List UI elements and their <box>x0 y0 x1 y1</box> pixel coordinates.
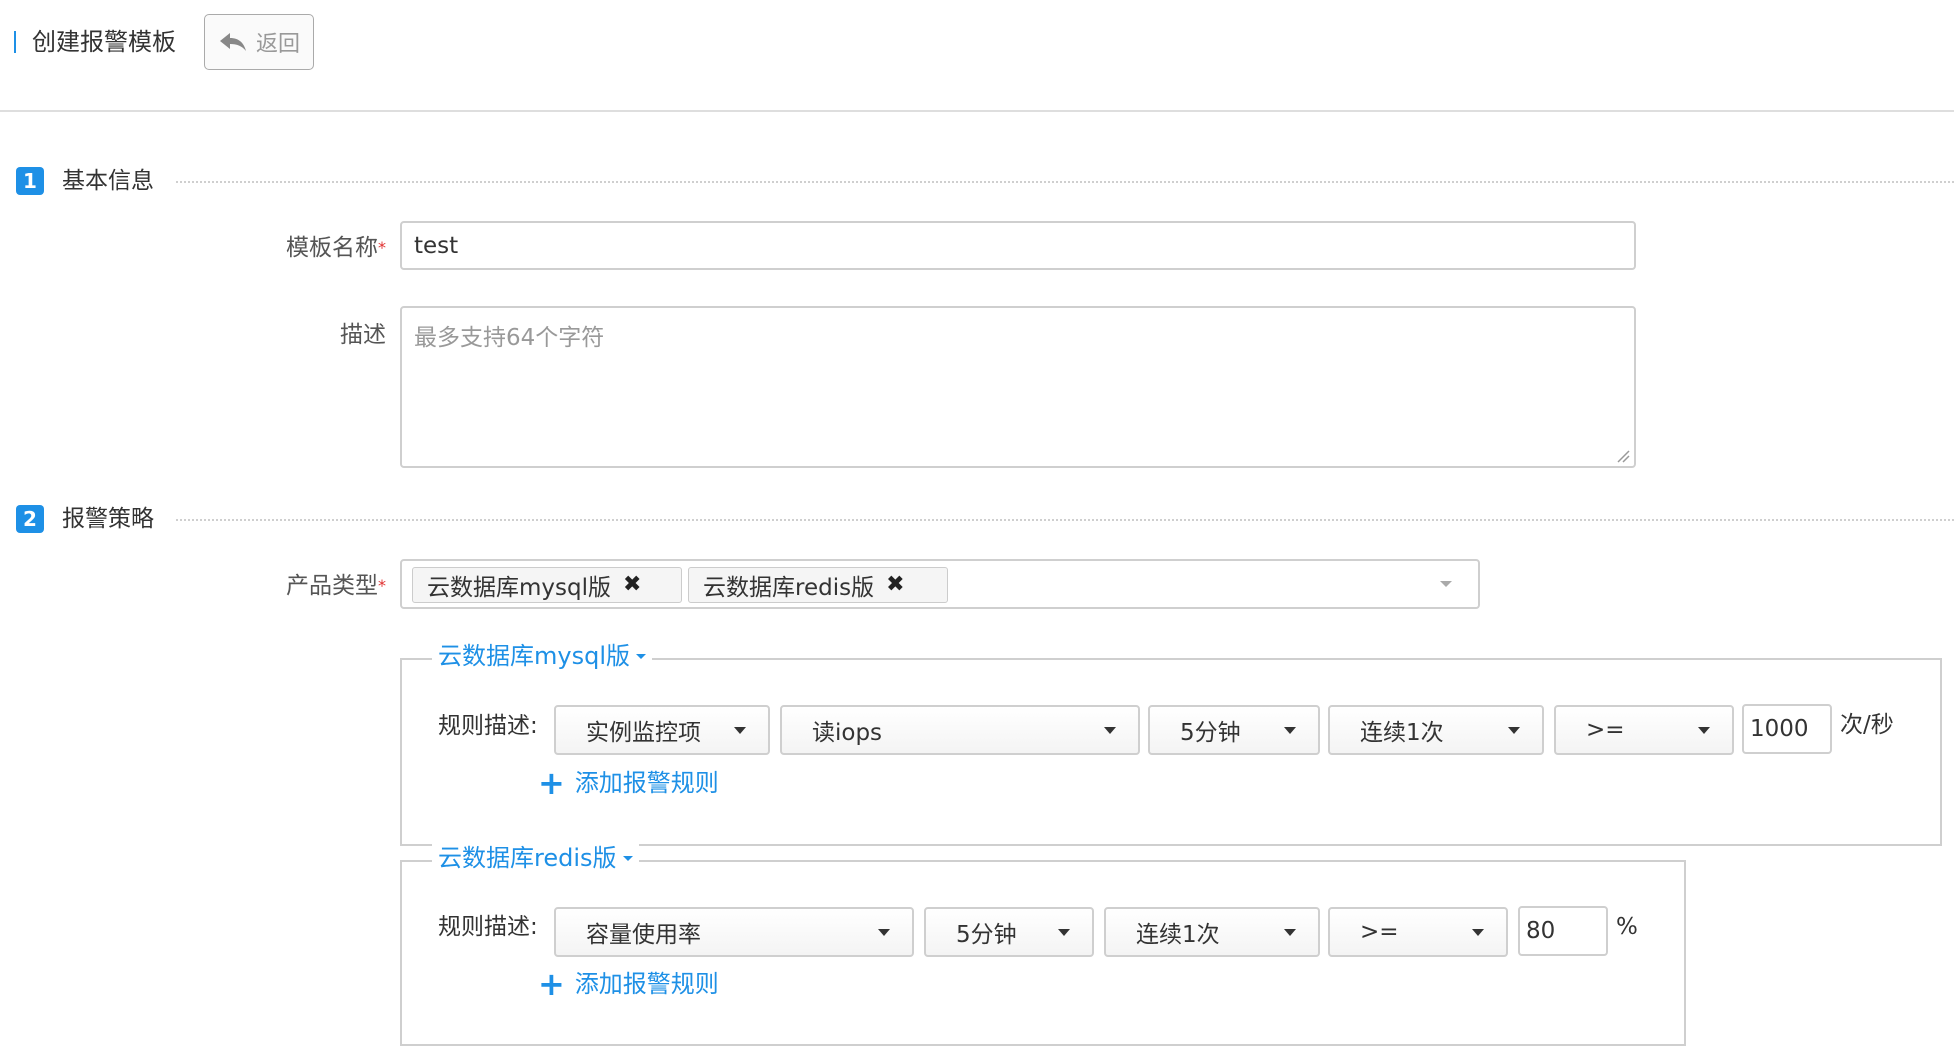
operator-dropdown[interactable]: >= <box>1554 705 1734 755</box>
rule-group-toggle-mysql[interactable]: 云数据库mysql版 <box>432 641 652 671</box>
chevron-down-icon <box>1472 928 1484 936</box>
section-title-basic: 基本信息 <box>62 168 154 194</box>
rule-group-toggle-redis[interactable]: 云数据库redis版 <box>432 843 639 873</box>
chevron-down-icon <box>878 928 890 936</box>
chevron-down-icon <box>1508 726 1520 734</box>
product-type-label: 产品类型* <box>286 573 386 599</box>
rule-description-label: 规则描述: <box>438 713 538 739</box>
close-icon[interactable]: ✖ <box>623 574 641 596</box>
times-dropdown[interactable]: 连续1次 <box>1104 907 1320 957</box>
required-mark: * <box>378 576 386 595</box>
plus-icon: + <box>538 764 565 802</box>
description-label: 描述 <box>340 322 386 348</box>
product-tag: 云数据库redis版 ✖ <box>688 567 948 603</box>
back-button[interactable]: 返回 <box>204 14 314 70</box>
section-number-badge: 2 <box>16 505 44 533</box>
chevron-down-icon <box>1284 726 1296 734</box>
add-rule-button-redis[interactable]: + 添加报警规则 <box>538 965 719 1003</box>
page-title: 创建报警模板 <box>32 28 176 56</box>
chevron-down-icon <box>1104 726 1116 734</box>
chevron-down-icon <box>622 855 633 861</box>
period-dropdown[interactable]: 5分钟 <box>1148 705 1320 755</box>
metric-dropdown[interactable]: 容量使用率 <box>554 907 914 957</box>
section-divider <box>176 181 1954 183</box>
product-type-select[interactable]: 云数据库mysql版 ✖ 云数据库redis版 ✖ <box>400 559 1480 609</box>
threshold-input[interactable] <box>1518 906 1608 956</box>
metric-dropdown[interactable]: 读iops <box>780 705 1140 755</box>
description-textarea[interactable] <box>400 306 1636 468</box>
chevron-down-icon <box>734 726 746 734</box>
rule-description-label: 规则描述: <box>438 914 538 940</box>
threshold-unit: 次/秒 <box>1840 712 1894 738</box>
chevron-down-icon <box>1698 726 1710 734</box>
close-icon[interactable]: ✖ <box>886 574 904 596</box>
chevron-down-icon <box>1058 928 1070 936</box>
template-name-input[interactable] <box>400 221 1636 270</box>
threshold-unit: % <box>1616 914 1638 940</box>
resize-grip-icon[interactable] <box>1616 448 1630 463</box>
plus-icon: + <box>538 965 565 1003</box>
template-name-label: 模板名称* <box>286 235 386 261</box>
add-rule-button-mysql[interactable]: + 添加报警规则 <box>538 764 719 802</box>
period-dropdown[interactable]: 5分钟 <box>924 907 1094 957</box>
operator-dropdown[interactable]: >= <box>1328 907 1508 957</box>
product-tag: 云数据库mysql版 ✖ <box>412 567 682 603</box>
times-dropdown[interactable]: 连续1次 <box>1328 705 1544 755</box>
chevron-down-icon <box>636 653 646 659</box>
title-accent-bar <box>14 31 16 53</box>
section-title-policy: 报警策略 <box>62 506 154 532</box>
back-button-label: 返回 <box>255 32 300 57</box>
chevron-down-icon <box>1284 928 1296 936</box>
metric-type-dropdown[interactable]: 实例监控项 <box>554 705 770 755</box>
header-divider <box>0 110 1954 112</box>
required-mark: * <box>378 238 386 257</box>
section-number-badge: 1 <box>16 167 44 195</box>
section-divider <box>176 519 1954 521</box>
reply-arrow-icon <box>218 31 248 53</box>
threshold-input[interactable] <box>1742 704 1832 754</box>
chevron-down-icon[interactable] <box>1440 581 1452 587</box>
